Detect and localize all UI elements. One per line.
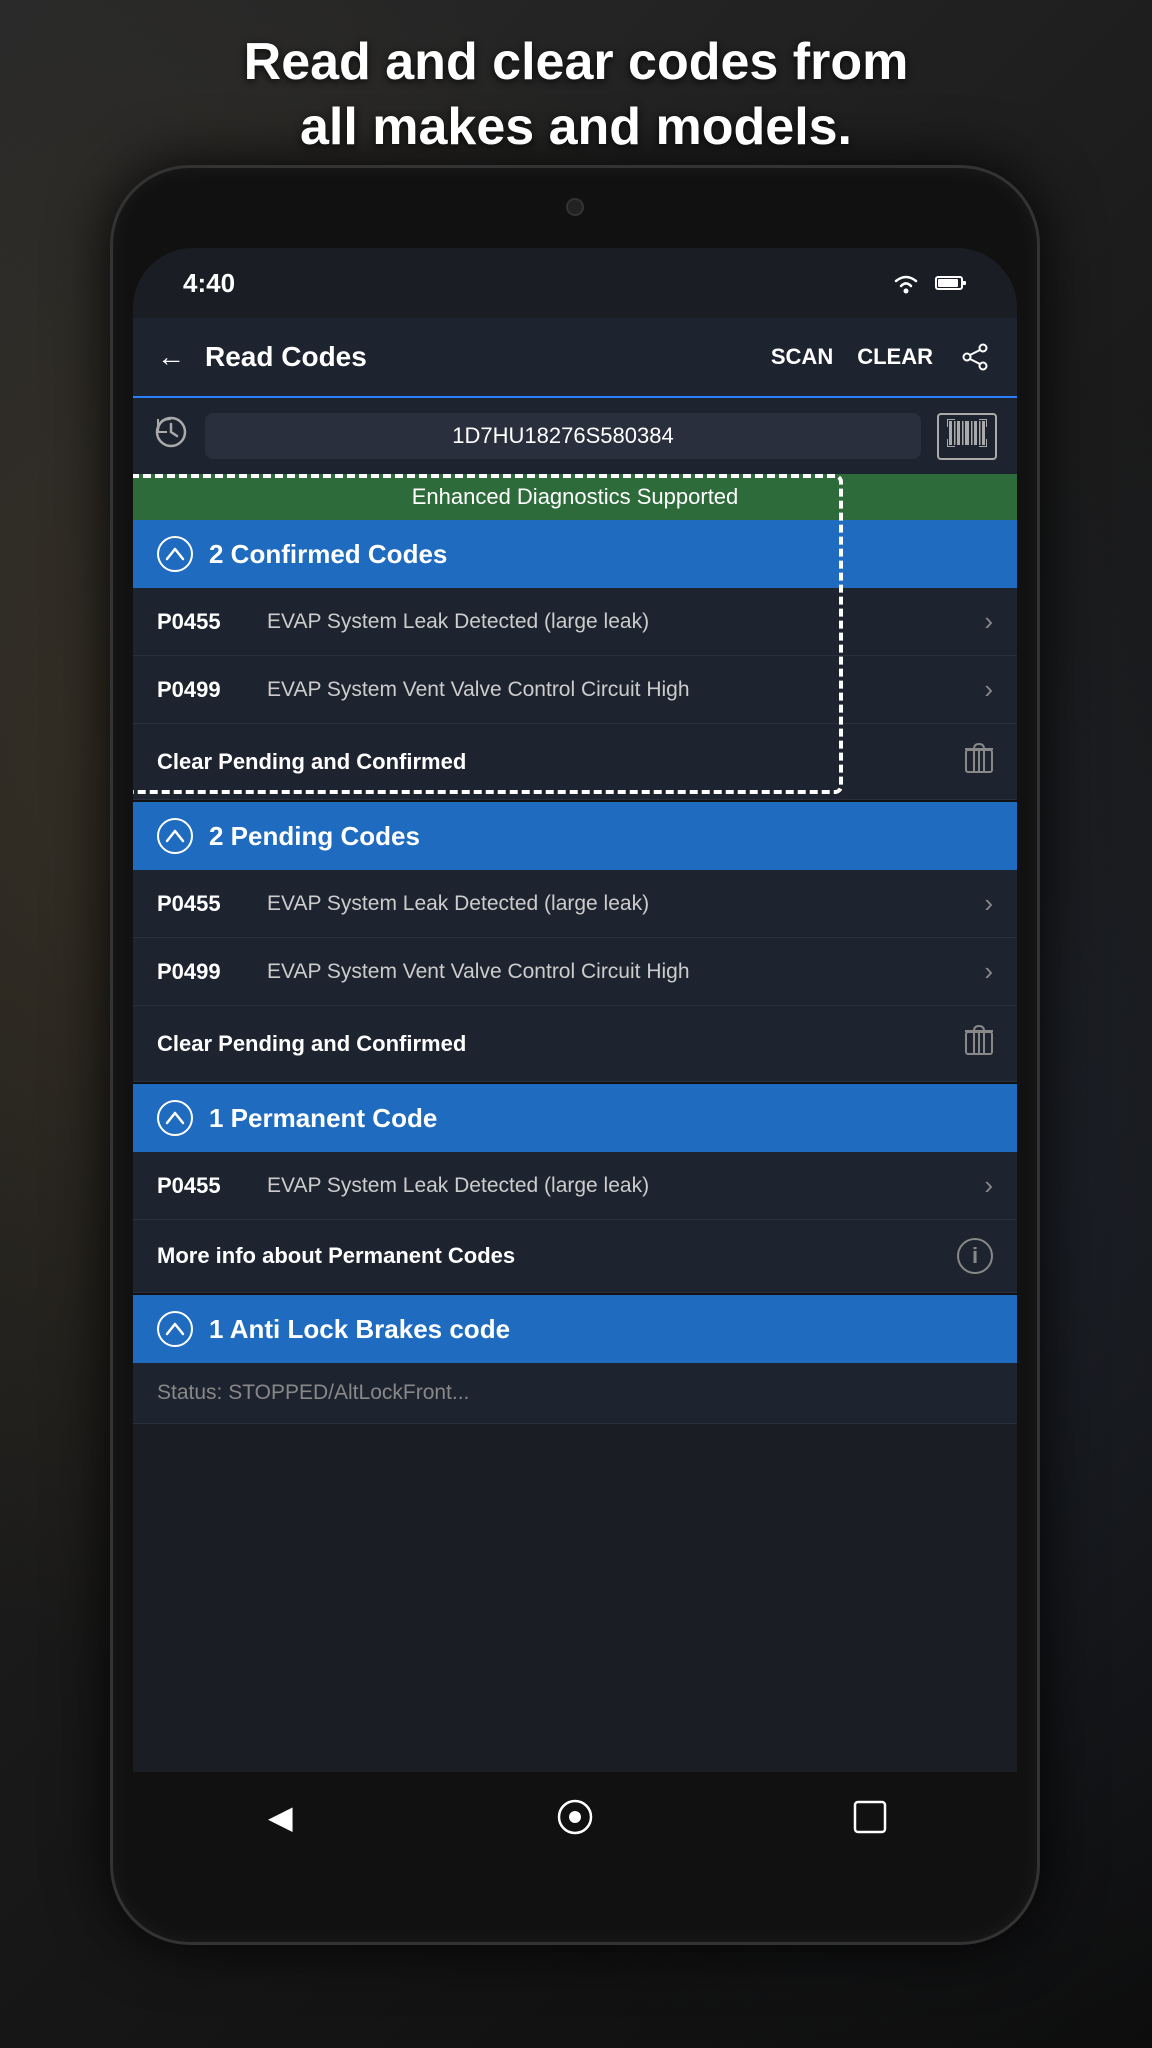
back-arrow: ← — [157, 341, 185, 373]
permanent-codes-info-label: More info about Permanent Codes — [157, 1243, 515, 1269]
phone-frame: 4:40 ← Read Code — [110, 165, 1040, 1945]
share-icon — [961, 343, 989, 371]
code-desc-confirmed-1: EVAP System Leak Detected (large leak) — [267, 607, 964, 636]
trash-pending-icon — [965, 1024, 993, 1063]
abs-truncated-text: Status: STOPPED/AltLockFront... — [157, 1381, 469, 1405]
pending-codes-section-header[interactable]: 2 Pending Codes — [133, 802, 1017, 870]
phone-screen: 4:40 ← Read Code — [133, 248, 1017, 1862]
code-id-pending-1: P0455 — [157, 891, 247, 917]
history-button[interactable] — [153, 414, 189, 458]
confirmed-codes-title: 2 Confirmed Codes — [209, 539, 447, 570]
abs-codes-title: 1 Anti Lock Brakes code — [209, 1314, 510, 1345]
trash-confirmed-icon — [965, 742, 993, 781]
barcode-icon — [947, 419, 987, 447]
code-id-pending-2: P0499 — [157, 959, 247, 985]
chevron-right-pending-1: › — [984, 888, 993, 919]
nav-recent-button[interactable] — [840, 1787, 900, 1847]
code-desc-pending-2: EVAP System Vent Valve Control Circuit H… — [267, 957, 964, 986]
code-row-pending-1[interactable]: P0455 EVAP System Leak Detected (large l… — [133, 870, 1017, 938]
phone-camera — [566, 198, 584, 216]
pending-codes-chevron — [157, 818, 193, 854]
chevron-right-confirmed-1: › — [984, 606, 993, 637]
page-headline: Read and clear codes from all makes and … — [0, 30, 1152, 160]
status-bar: 4:40 — [133, 248, 1017, 318]
wifi-icon — [891, 272, 921, 294]
battery-icon — [935, 274, 967, 292]
clear-button[interactable]: CLEAR — [857, 344, 933, 370]
code-id-confirmed-2: P0499 — [157, 677, 247, 703]
pending-codes-title: 2 Pending Codes — [209, 821, 420, 852]
code-row-confirmed-1[interactable]: P0455 EVAP System Leak Detected (large l… — [133, 588, 1017, 656]
enhanced-diagnostics-banner: Enhanced Diagnostics Supported — [133, 474, 1017, 520]
code-row-pending-2[interactable]: P0499 EVAP System Vent Valve Control Cir… — [133, 938, 1017, 1006]
status-icons — [891, 272, 967, 294]
nav-home-button[interactable] — [545, 1787, 605, 1847]
clear-confirmed-row[interactable]: Clear Pending and Confirmed — [133, 724, 1017, 800]
barcode-button[interactable] — [937, 413, 997, 460]
code-row-confirmed-2[interactable]: P0499 EVAP System Vent Valve Control Cir… — [133, 656, 1017, 724]
code-desc-permanent-1: EVAP System Leak Detected (large leak) — [267, 1171, 964, 1200]
vin-display[interactable]: 1D7HU18276S580384 — [205, 413, 921, 459]
share-button[interactable] — [957, 339, 993, 375]
clear-pending-label: Clear Pending and Confirmed — [157, 1031, 466, 1057]
abs-truncated-row: Status: STOPPED/AltLockFront... — [133, 1363, 1017, 1424]
permanent-code-title: 1 Permanent Code — [209, 1103, 437, 1134]
back-button[interactable]: ← Read Codes — [157, 341, 367, 373]
history-icon — [153, 414, 189, 450]
scroll-content: Enhanced Diagnostics Supported 2 Confirm… — [133, 474, 1017, 1772]
code-row-permanent-1[interactable]: P0455 EVAP System Leak Detected (large l… — [133, 1152, 1017, 1220]
clear-pending-row[interactable]: Clear Pending and Confirmed — [133, 1006, 1017, 1082]
chevron-right-permanent-1: › — [984, 1170, 993, 1201]
code-id-permanent-1: P0455 — [157, 1173, 247, 1199]
app-bar: ← Read Codes SCAN CLEAR — [133, 318, 1017, 398]
permanent-code-chevron — [157, 1100, 193, 1136]
chevron-right-confirmed-2: › — [984, 674, 993, 705]
app-bar-actions: SCAN CLEAR — [771, 339, 993, 375]
nav-back-button[interactable]: ◀ — [250, 1787, 310, 1847]
confirmed-codes-chevron — [157, 536, 193, 572]
app-bar-title: Read Codes — [205, 341, 367, 373]
abs-codes-section-header[interactable]: 1 Anti Lock Brakes code — [133, 1295, 1017, 1363]
abs-codes-chevron — [157, 1311, 193, 1347]
bottom-nav: ◀ — [133, 1772, 1017, 1862]
status-time: 4:40 — [183, 268, 235, 299]
scan-button[interactable]: SCAN — [771, 344, 833, 370]
chevron-right-pending-2: › — [984, 956, 993, 987]
permanent-code-section-header[interactable]: 1 Permanent Code — [133, 1084, 1017, 1152]
code-id-confirmed-1: P0455 — [157, 609, 247, 635]
info-icon: i — [957, 1238, 993, 1274]
confirmed-codes-section-header[interactable]: 2 Confirmed Codes — [133, 520, 1017, 588]
vin-row: 1D7HU18276S580384 — [133, 398, 1017, 474]
code-desc-pending-1: EVAP System Leak Detected (large leak) — [267, 889, 964, 918]
code-desc-confirmed-2: EVAP System Vent Valve Control Circuit H… — [267, 675, 964, 704]
permanent-codes-info-row[interactable]: More info about Permanent Codes i — [133, 1220, 1017, 1293]
clear-confirmed-label: Clear Pending and Confirmed — [157, 749, 466, 775]
